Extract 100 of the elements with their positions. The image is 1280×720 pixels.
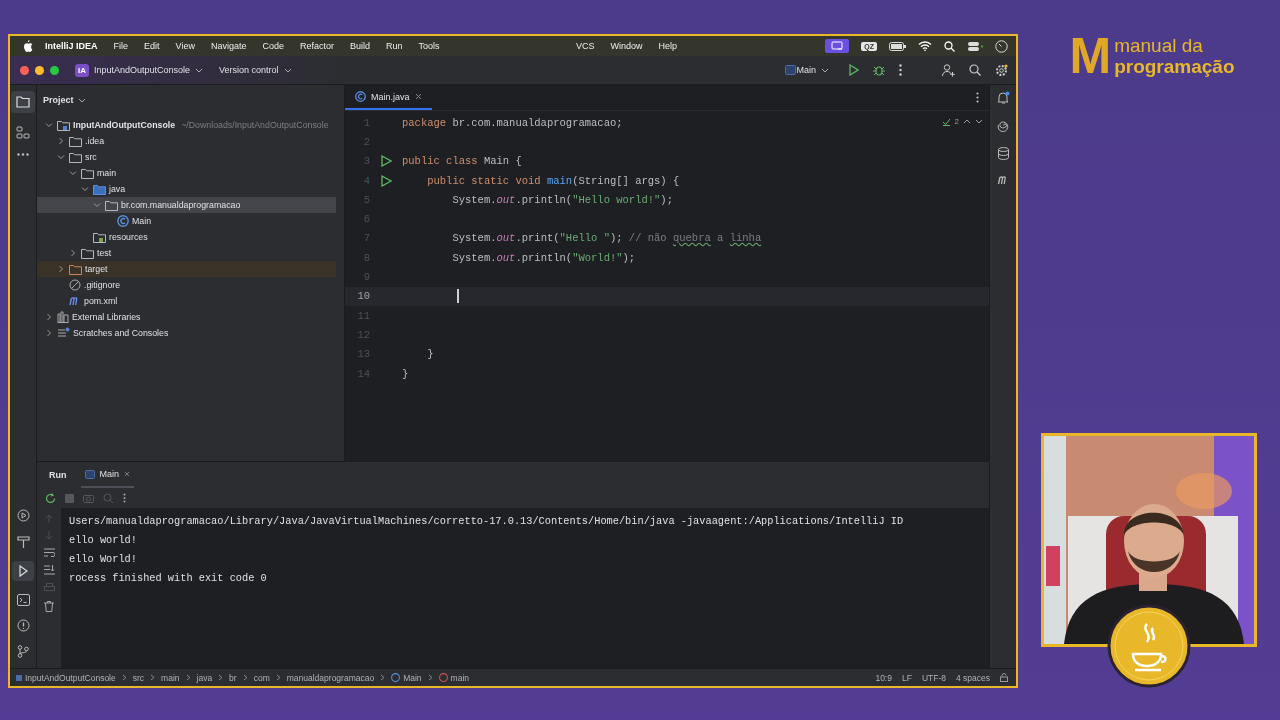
tree-item[interactable]: .idea [37,133,336,149]
lock-icon[interactable] [1000,673,1008,682]
panel-tab[interactable]: Run [45,462,71,488]
cursor-position[interactable]: 10:9 [875,672,892,683]
breadcrumb[interactable]: br [229,672,237,683]
menu-item[interactable]: View [175,41,195,51]
menu-item[interactable]: File [113,41,129,51]
tree-item[interactable]: Main [37,213,336,229]
run-icon[interactable] [380,155,392,168]
wrap-icon[interactable] [43,548,55,557]
breadcrumb[interactable]: src [132,672,145,683]
more-icon[interactable] [976,92,979,103]
control-center-icon[interactable] [967,40,983,52]
menu-item[interactable]: Refactor [299,41,334,51]
hammer-icon[interactable] [16,535,30,548]
tree-item[interactable]: src [37,149,336,165]
tree-item[interactable]: External Libraries [37,309,336,325]
structure-icon[interactable] [16,126,30,140]
folder-icon[interactable] [11,91,35,113]
file-encoding[interactable]: UTF-8 [921,672,946,683]
search-icon[interactable] [944,40,955,52]
chevron-icon [242,674,248,681]
run-icon[interactable] [849,64,859,76]
class-icon [355,91,366,102]
scroll-end-icon[interactable] [43,565,55,575]
clock-icon[interactable] [995,39,1008,53]
git-branch-icon[interactable] [17,645,29,658]
database-icon[interactable] [997,147,1009,160]
vcs-selector[interactable]: Version control [219,65,279,75]
editor-tab[interactable]: Main.java [345,85,432,110]
search-icon[interactable] [969,64,981,76]
console-line: ello World! [69,552,138,567]
minimize-button[interactable] [35,65,44,75]
breadcrumb[interactable]: Main [391,672,422,683]
logo-text: programação [1114,56,1235,77]
menu-item[interactable]: Run [386,41,403,51]
check-icon[interactable] [941,117,951,126]
spiral-icon[interactable] [996,119,1010,132]
tree-item[interactable]: .gitignore [37,277,336,293]
tree-item[interactable]: br.com.manualdaprogramacao [37,197,336,213]
chevron-icon [275,674,281,681]
close-icon[interactable] [414,93,422,100]
tree-item[interactable]: resources [37,229,336,245]
run-config-selector[interactable]: Main [796,65,816,75]
folder-icon [93,231,106,243]
menu-item[interactable]: Navigate [210,41,247,51]
tree-item[interactable]: pom.xml [37,293,336,309]
more-icon[interactable] [123,493,126,503]
folder-icon [105,199,118,211]
wifi-icon[interactable] [918,41,932,51]
run-icon[interactable] [380,174,392,187]
chevron-icon[interactable] [195,67,204,73]
menu-item[interactable]: Tools [418,41,440,51]
tree-item[interactable]: main [37,165,336,181]
breadcrumb[interactable]: java [196,672,213,683]
settings-icon[interactable] [995,63,1008,77]
rerun-icon[interactable] [45,492,56,504]
run-icon[interactable] [12,561,34,581]
breadcrumb[interactable]: manualdaprogramacao [286,672,375,683]
add-user-icon[interactable] [942,63,955,77]
menu-item[interactable]: Edit [144,41,160,51]
chevron-icon[interactable] [283,67,292,73]
breadcrumb[interactable]: main [438,672,470,683]
inspection-count[interactable]: 2 [954,117,959,126]
line-ending[interactable]: LF [901,672,912,683]
tree-item[interactable]: InputAndOutputConsole ~/Downloads/InputAndOutputConsole [37,117,336,133]
menu-item[interactable]: Help [658,41,677,51]
menu-item[interactable]: Code [262,41,284,51]
chevron-icon [121,674,127,681]
close-icon[interactable] [124,471,130,477]
bell-icon[interactable] [996,91,1010,104]
tree-item[interactable]: target [37,261,336,277]
breadcrumb[interactable]: com [253,672,270,683]
chevron-icon[interactable] [77,97,86,103]
battery-icon[interactable] [889,41,906,51]
services-icon[interactable] [16,509,30,522]
breadcrumb[interactable]: main [161,672,180,683]
screen-share-icon[interactable] [825,39,850,53]
project-selector[interactable]: InputAndOutputConsole [94,65,191,75]
scratches-icon [57,327,70,339]
apple-icon[interactable] [22,40,33,52]
menu-item[interactable]: VCS [575,41,595,51]
menu-item[interactable]: Build [349,41,370,51]
problems-icon[interactable] [16,619,30,632]
more-icon[interactable] [899,64,902,76]
indent-setting[interactable]: 4 spaces [955,672,990,683]
terminal-icon[interactable] [16,594,30,606]
tree-item[interactable]: java [37,181,336,197]
tree-item[interactable]: test [37,245,336,261]
chevron-icon[interactable] [821,67,829,73]
panel-title[interactable]: Project [43,95,74,105]
maximize-button[interactable] [50,65,59,75]
breadcrumb[interactable]: InputAndOutputConsole [16,672,116,683]
more-icon[interactable] [17,153,29,156]
tree-item[interactable]: Scratches and Consoles [37,325,336,341]
close-button[interactable] [20,65,29,75]
trash-icon[interactable] [44,601,54,612]
menu-item[interactable]: Window [610,41,643,51]
app-name[interactable]: IntelliJ IDEA [45,41,98,51]
bug-icon[interactable] [873,64,885,76]
